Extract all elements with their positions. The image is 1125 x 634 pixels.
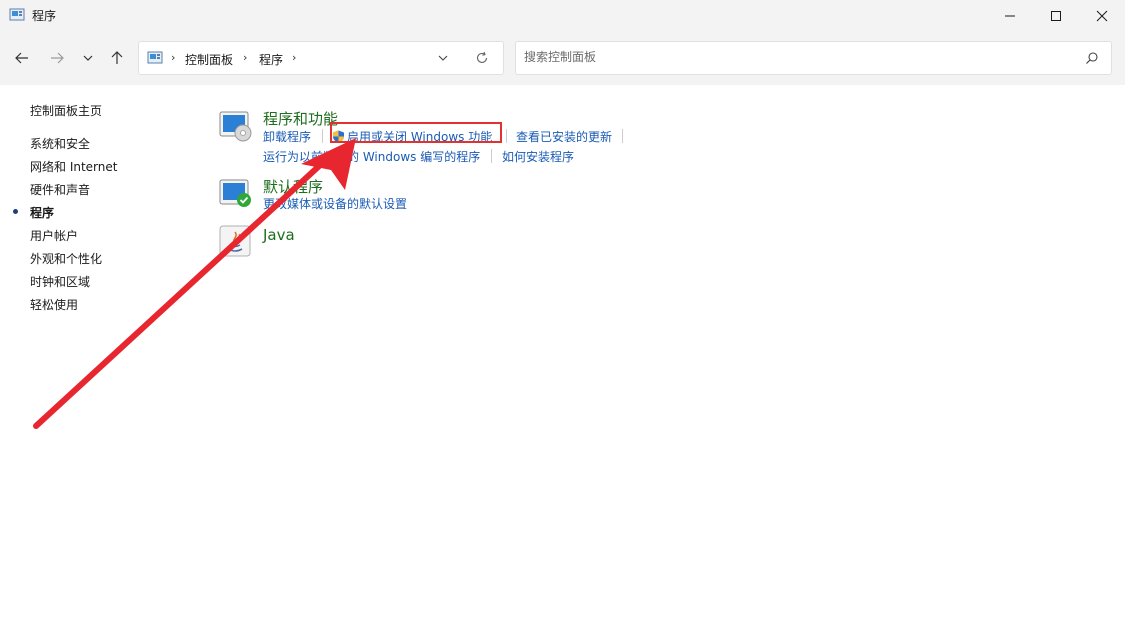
- title-bar: 程序: [0, 0, 1125, 31]
- java-icon[interactable]: [218, 224, 254, 260]
- sidebar-item-ease-of-access[interactable]: 轻松使用: [30, 296, 78, 313]
- link-divider: [491, 149, 492, 163]
- search-input[interactable]: [524, 50, 1064, 64]
- maximize-button[interactable]: [1033, 0, 1079, 31]
- chevron-down-icon: [438, 55, 448, 61]
- navigation-bar: › 控制面板 › 程序 ›: [0, 31, 1125, 85]
- category-default-programs: 默认程序 更改媒体或设备的默认设置: [218, 176, 518, 216]
- arrow-right-icon: [51, 52, 64, 64]
- control-panel-icon: [147, 50, 163, 66]
- arrow-left-icon: [15, 52, 28, 64]
- minimize-button[interactable]: [987, 0, 1033, 31]
- up-button[interactable]: [107, 48, 127, 68]
- sidebar: 控制面板主页 系统和安全 网络和 Internet 硬件和声音 程序 用户帐户 …: [0, 85, 210, 634]
- arrow-up-icon: [111, 51, 123, 64]
- refresh-icon: [476, 51, 488, 63]
- recent-locations-button[interactable]: [78, 48, 98, 68]
- link-divider: [322, 129, 323, 143]
- refresh-button[interactable]: [475, 51, 489, 68]
- view-installed-updates-link[interactable]: 查看已安装的更新: [516, 128, 612, 145]
- sidebar-item-appearance[interactable]: 外观和个性化: [30, 250, 102, 267]
- forward-button[interactable]: [47, 48, 67, 68]
- link-divider: [622, 129, 623, 143]
- current-item-bullet-icon: [13, 209, 18, 214]
- search-box[interactable]: [515, 41, 1112, 75]
- sidebar-item-hardware-sound[interactable]: 硬件和声音: [30, 181, 90, 198]
- change-media-defaults-link[interactable]: 更改媒体或设备的默认设置: [263, 195, 407, 212]
- sidebar-item-control-panel-home[interactable]: 控制面板主页: [30, 102, 102, 119]
- breadcrumb-separator-icon: ›: [171, 51, 176, 64]
- java-title[interactable]: Java: [263, 226, 295, 244]
- maximize-icon: [1051, 10, 1061, 21]
- close-button[interactable]: [1079, 0, 1125, 31]
- sidebar-item-user-accounts[interactable]: 用户帐户: [30, 227, 78, 244]
- breadcrumb-separator-icon: ›: [243, 51, 248, 64]
- default-programs-title[interactable]: 默认程序: [263, 176, 323, 197]
- run-older-programs-link[interactable]: 运行为以前版本的 Windows 编写的程序: [263, 148, 480, 165]
- turn-windows-features-label: 启用或关闭 Windows 功能: [347, 130, 493, 144]
- link-divider: [506, 129, 507, 143]
- default-programs-icon[interactable]: [218, 176, 254, 212]
- sidebar-item-network-internet[interactable]: 网络和 Internet: [30, 158, 117, 175]
- programs-features-icon[interactable]: [218, 108, 254, 144]
- how-to-install-link[interactable]: 如何安装程序: [502, 148, 574, 165]
- chevron-down-icon: [83, 55, 93, 61]
- sidebar-item-system-security[interactable]: 系统和安全: [30, 135, 90, 152]
- breadcrumb-control-panel[interactable]: 控制面板: [185, 51, 233, 68]
- category-programs-features: 程序和功能 卸载程序 启用或关闭 Windows 功能 查看已安装的更新 运行为…: [218, 108, 638, 168]
- search-icon[interactable]: [1085, 51, 1099, 68]
- close-icon: [1096, 10, 1108, 21]
- window-title: 程序: [32, 9, 57, 23]
- uninstall-program-link[interactable]: 卸载程序: [263, 128, 311, 145]
- minimize-icon: [1005, 15, 1015, 16]
- uac-shield-icon: [333, 130, 344, 143]
- turn-windows-features-link[interactable]: 启用或关闭 Windows 功能: [332, 128, 492, 145]
- breadcrumb-separator-icon: ›: [292, 51, 297, 64]
- programs-features-title[interactable]: 程序和功能: [263, 108, 338, 129]
- back-button[interactable]: [12, 48, 32, 68]
- sidebar-item-clock-region[interactable]: 时钟和区域: [30, 273, 90, 290]
- address-dropdown-button[interactable]: [437, 52, 449, 67]
- sidebar-item-programs[interactable]: 程序: [30, 204, 54, 221]
- category-java: Java: [218, 224, 418, 260]
- breadcrumb-programs[interactable]: 程序: [259, 51, 283, 68]
- address-bar[interactable]: › 控制面板 › 程序 ›: [138, 41, 504, 75]
- control-panel-icon: [9, 7, 25, 23]
